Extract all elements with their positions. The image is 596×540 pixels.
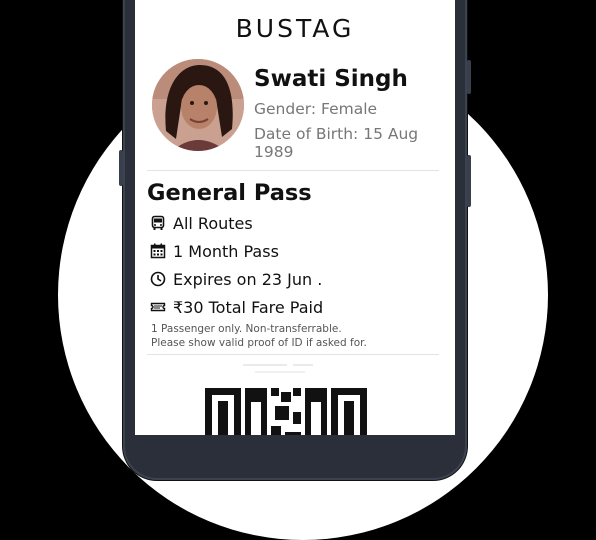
pass-title: General Pass <box>147 180 312 206</box>
avatar[interactable] <box>152 59 244 151</box>
pass-detail-fare: ₹30 Total Fare Paid <box>150 296 323 318</box>
passenger-dob: Date of Birth: 15 Aug 1989 <box>254 125 419 161</box>
pass-note: 1 Passenger only. Non-transferrable. <box>151 323 342 335</box>
phone-side-button-left <box>119 150 123 186</box>
phone-side-button-right-top <box>467 60 471 94</box>
app-brand: BUSTAG <box>235 14 355 43</box>
pass-detail-label: 1 Month Pass <box>173 241 279 261</box>
ticket-icon <box>150 302 166 312</box>
phone-side-button-right <box>467 155 471 207</box>
faint-caption <box>243 364 313 373</box>
pass-detail-label: ₹30 Total Fare Paid <box>173 297 324 317</box>
divider <box>147 354 439 355</box>
profile-photo-icon <box>152 59 244 151</box>
divider <box>147 170 439 171</box>
passenger-name: Swati Singh <box>254 66 408 92</box>
qr-code[interactable] <box>205 388 391 435</box>
calendar-icon <box>150 243 166 259</box>
phone-screen: BUSTAG Swati Singh Gender: Female Date o… <box>135 0 455 435</box>
pass-detail-label: All Routes <box>173 213 253 233</box>
pass-detail-label: Expires on 23 Jun . <box>173 269 323 289</box>
pass-note: Please show valid proof of ID if asked f… <box>151 337 367 349</box>
pass-detail-duration: 1 Month Pass <box>150 240 279 262</box>
passenger-gender: Gender: Female <box>254 100 378 118</box>
clock-icon <box>150 271 166 287</box>
pass-detail-expiry: Expires on 23 Jun . <box>150 268 322 290</box>
pass-detail-routes: All Routes <box>150 212 253 234</box>
bus-icon <box>151 215 165 230</box>
